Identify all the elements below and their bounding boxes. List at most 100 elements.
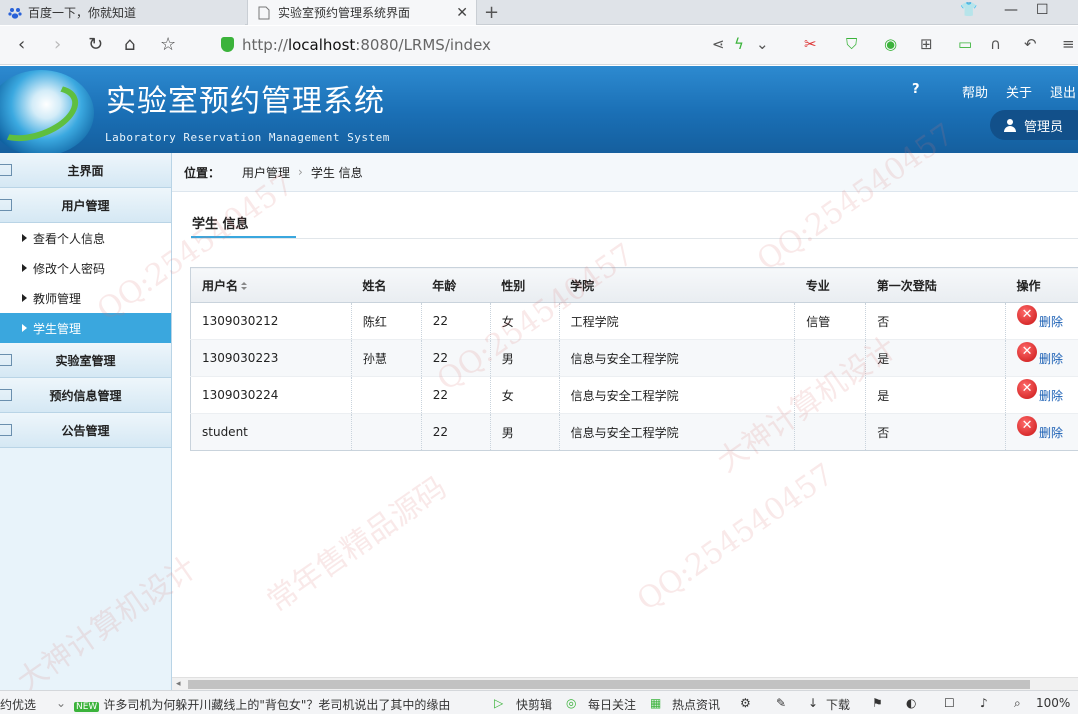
help-question-icon[interactable]: ? [912,82,920,97]
cell-first-login: 否 [865,413,1007,451]
volume-icon[interactable]: ♪ [980,696,988,710]
new-tab-icon[interactable]: + [484,2,499,23]
delete-x-icon[interactable]: ✕ [1017,416,1038,436]
delete-x-icon[interactable]: ✕ [1017,342,1038,362]
settings-icon[interactable]: ⚙ [740,696,751,710]
student-table: 用户名 姓名 年龄 性别 学院 专业 第一次登陆 操作 1309030212 陈… [190,267,1078,451]
shirt-icon[interactable]: 👕 [960,2,977,18]
daily-follow-link[interactable]: 每日关注 [588,696,636,713]
delete-x-icon[interactable]: ✕ [1017,379,1038,399]
cell-name: 孙慧 [351,339,422,377]
security-icon[interactable]: ⛉ [846,35,857,53]
sidebar-item-user-mgmt[interactable]: 用户管理 [0,188,171,223]
tab-title: 实验室预约管理系统界面 [278,6,411,20]
sidebar-item-label: 实验室管理 [55,353,116,368]
logout-link[interactable]: 退出 [1050,82,1076,101]
status-left[interactable]: 约优选 [0,696,36,713]
pin-icon[interactable]: ✎ [776,696,786,710]
browser-tab-baidu[interactable]: 百度一下，你就知道 [0,0,245,25]
undo-icon[interactable]: ↶ [1024,35,1037,53]
quick-clip-link[interactable]: 快剪辑 [516,696,552,713]
news-text: 许多司机为何躲开川藏线上的"背包女"？老司机说出了其中的缘由 [103,698,451,712]
baidu-paw-icon [8,6,22,20]
delete-link[interactable]: 删除 [1039,426,1063,440]
news-ticker[interactable]: NEW 许多司机为何躲开川藏线上的"背包女"？老司机说出了其中的缘由 [74,696,450,713]
home-icon[interactable]: ⌂ [124,34,135,55]
horizontal-scrollbar[interactable]: ◂ [172,677,1078,690]
browser-icon[interactable]: ◐ [906,696,916,710]
reload-icon[interactable]: ↻ [88,34,103,55]
sidebar-item-notice-mgmt[interactable]: 公告管理 [0,413,171,448]
delete-link[interactable]: 删除 [1039,315,1063,329]
new-badge: NEW [74,702,100,712]
maximize-icon[interactable]: ☐ [1036,2,1049,18]
table-row: student 22 男 信息与安全工程学院 否 ✕ 删除 [190,413,1078,451]
sidebar-sub-teacher-mgmt[interactable]: 教师管理 [0,283,171,313]
forward-icon[interactable]: › [54,34,61,55]
breadcrumb-item-user-mgmt[interactable]: 用户管理 [242,164,290,181]
list-icon [0,164,12,176]
about-link[interactable]: 关于 [1006,82,1032,101]
headphones-icon[interactable]: ∩ [990,35,1001,53]
chevron-down-icon[interactable]: ⌄ [756,35,769,53]
url-host: localhost [287,36,356,54]
sidebar-sub-label: 查看个人信息 [33,231,106,246]
list-icon [0,354,12,366]
sidebar-item-label: 预约信息管理 [49,388,122,403]
sidebar-item-lab-mgmt[interactable]: 实验室管理 [0,343,171,378]
close-tab-icon[interactable]: ✕ [456,5,468,21]
back-icon[interactable]: ‹ [18,34,25,55]
minimize-icon[interactable]: — [1004,2,1018,18]
app-subtitle: Laboratory Reservation Management System [105,131,390,144]
extension-icon[interactable]: ◉ [884,35,897,53]
cell-gender: 男 [490,339,560,377]
share-icon[interactable]: ⋖ [712,35,725,53]
hot-news-link[interactable]: 热点资讯 [672,696,720,713]
sidebar-item-main[interactable]: 主界面 [0,153,171,188]
scrollbar-thumb[interactable] [188,680,1030,689]
cell-username: 1309030223 [190,339,352,377]
menu-icon[interactable]: ≡ [1062,35,1075,53]
cell-action: ✕ 删除 [1005,376,1078,414]
list-icon [0,424,12,436]
download-icon: ↓ [808,696,819,710]
cell-first-login: 是 [865,376,1007,414]
delete-link[interactable]: 删除 [1039,352,1063,366]
flag-icon[interactable]: ⚑ [872,696,883,710]
cell-first-login: 否 [865,302,1007,340]
favorite-star-icon[interactable]: ☆ [160,34,176,55]
browser-tab-lrms[interactable]: 实验室预约管理系统界面 ✕ [247,0,477,25]
triangle-right-icon [22,294,27,302]
zoom-level[interactable]: 100% [1036,696,1070,710]
scissors-icon[interactable]: ✂ [804,35,817,53]
cell-gender: 男 [490,413,560,451]
table-row: 1309030224 22 女 信息与安全工程学院 是 ✕ 删除 [190,376,1078,414]
help-link[interactable]: 帮助 [962,82,988,101]
scroll-left-icon[interactable]: ◂ [176,679,181,689]
browser-status-bar: 约优选 ⌄ NEW 许多司机为何躲开川藏线上的"背包女"？老司机说出了其中的缘由 … [0,690,1078,714]
col-header-name: 姓名 [351,267,422,303]
sidebar-sub-view-profile[interactable]: 查看个人信息 [0,223,171,253]
window-icon[interactable]: ☐ [944,696,955,710]
sidebar-sub-change-password[interactable]: 修改个人密码 [0,253,171,283]
zoom-icon[interactable]: ⌕ [1014,696,1021,711]
delete-link[interactable]: 删除 [1039,389,1063,403]
lightning-icon[interactable]: ϟ [734,35,744,53]
apps-grid-icon[interactable]: ⊞ [920,35,933,53]
delete-x-icon[interactable]: ✕ [1017,305,1038,325]
clip-icon: ▷ [494,696,504,710]
col-header-username[interactable]: 用户名 [190,267,352,303]
sort-icon[interactable] [241,281,248,291]
user-badge[interactable]: 管理员 [990,110,1078,140]
breadcrumb-label: 位置： [184,165,221,180]
chevron-down-icon[interactable]: ⌄ [56,696,66,710]
sidebar-sub-label: 修改个人密码 [33,261,106,276]
download-link[interactable]: 下载 [826,696,850,713]
battery-icon[interactable]: ▭ [958,35,972,53]
triangle-right-icon [22,234,27,242]
tab-title: 百度一下，你就知道 [28,6,137,20]
cell-gender: 女 [490,376,560,414]
sidebar-sub-student-mgmt[interactable]: 学生管理 [0,313,171,343]
sidebar-item-reservation-mgmt[interactable]: 预约信息管理 [0,378,171,413]
url-field[interactable]: http://localhost:8080/LRMS/index [242,36,491,54]
